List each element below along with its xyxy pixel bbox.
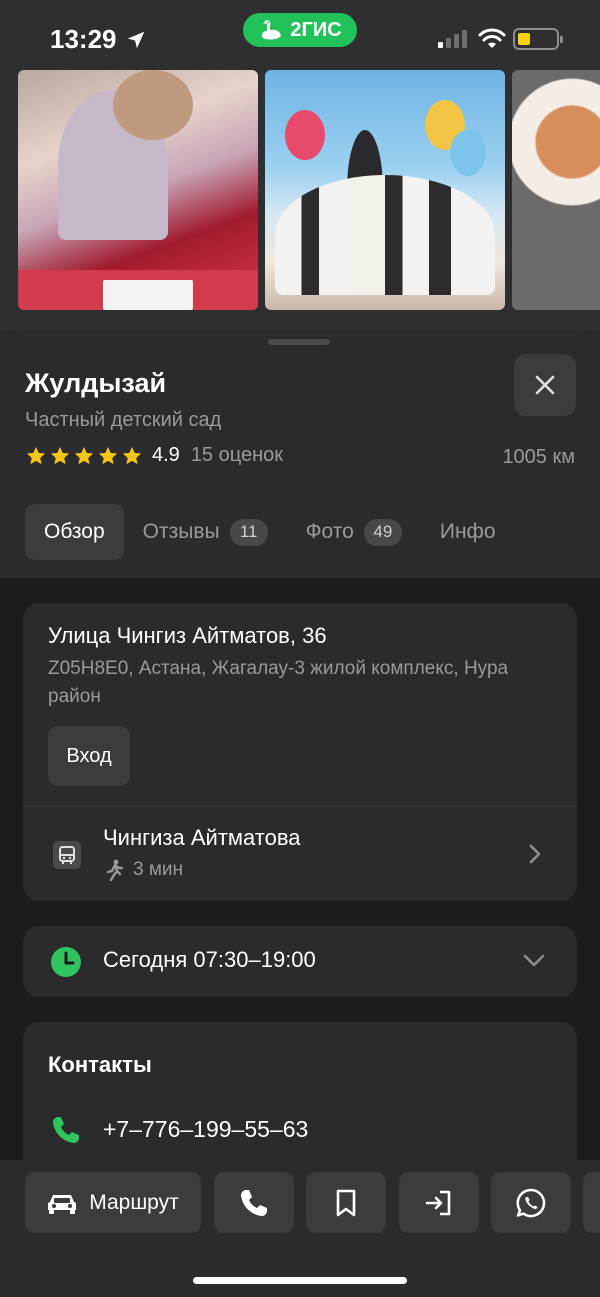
route-label: Маршрут bbox=[89, 1190, 179, 1214]
close-button[interactable] bbox=[514, 354, 576, 416]
star-icon bbox=[98, 446, 118, 464]
transit-stop-name[interactable]: Чингиза Айтматова bbox=[103, 825, 301, 851]
tab-reviews[interactable]: Отзывы 11 bbox=[124, 504, 287, 560]
chevron-right-icon[interactable] bbox=[526, 843, 544, 865]
address-main[interactable]: Улица Чингиз Айтматов, 36 bbox=[48, 623, 327, 649]
bookmark-button[interactable] bbox=[306, 1172, 386, 1233]
tab-info[interactable]: Инфо bbox=[421, 504, 515, 560]
place-category: Частный детский сад bbox=[25, 409, 222, 431]
rating-stars bbox=[25, 445, 143, 467]
hours-card[interactable]: Сегодня 07:30–19:00 bbox=[23, 926, 577, 997]
wifi-icon bbox=[478, 28, 506, 48]
contacts-card: Контакты +7‒776‒199‒55‒63 bbox=[23, 1022, 577, 1160]
photo-food-plates[interactable] bbox=[512, 70, 600, 310]
tab-label: Инфо bbox=[439, 520, 496, 543]
battery-icon bbox=[513, 28, 563, 50]
action-bar: Маршрут bbox=[0, 1160, 600, 1297]
walking-icon bbox=[106, 859, 124, 881]
tab-label: Обзор bbox=[44, 520, 105, 543]
clock-icon bbox=[51, 947, 81, 977]
star-icon bbox=[50, 446, 70, 464]
place-sheet: Жулдызай Частный детский сад 4.9 15 оцен… bbox=[0, 330, 600, 1160]
star-icon bbox=[74, 446, 94, 464]
place-header: Жулдызай Частный детский сад 4.9 15 оцен… bbox=[0, 330, 600, 578]
login-icon bbox=[425, 1190, 451, 1215]
phone-icon bbox=[241, 1189, 267, 1216]
home-indicator bbox=[193, 1277, 407, 1284]
address-card: Улица Чингиз Айтматов, 36 Z05H8E0, Астан… bbox=[23, 603, 577, 901]
app-back-badge[interactable]: 2ГИС bbox=[243, 13, 357, 47]
walk-time: 3 мин bbox=[133, 859, 184, 880]
photo-graduation-party[interactable] bbox=[265, 70, 505, 310]
tab-photos[interactable]: Фото 49 bbox=[287, 504, 421, 560]
place-title: Жулдызай bbox=[25, 368, 167, 398]
app-badge-label: 2ГИС bbox=[290, 18, 342, 41]
star-icon bbox=[26, 446, 46, 464]
tab-label: Фото bbox=[305, 520, 354, 543]
goose-logo-icon bbox=[262, 20, 282, 40]
tab-label: Отзывы bbox=[142, 520, 220, 543]
photos-count-badge: 49 bbox=[363, 518, 402, 546]
status-time: 13:29 bbox=[50, 24, 147, 55]
entrance-button[interactable]: Вход bbox=[48, 726, 130, 786]
address-details: Z05H8E0, Астана, Жагалау-3 жилой комплек… bbox=[48, 658, 509, 707]
signal-icon bbox=[438, 30, 467, 48]
call-button[interactable] bbox=[214, 1172, 294, 1233]
rating-row[interactable]: 4.9 15 оценок bbox=[25, 444, 283, 467]
rating-count: 15 оценок bbox=[190, 444, 284, 466]
tab-overview[interactable]: Обзор bbox=[25, 504, 124, 560]
distance-label: 1005 км bbox=[502, 446, 575, 468]
rating-value: 4.9 bbox=[152, 444, 180, 466]
status-bar: 13:29 2ГИС bbox=[0, 0, 600, 70]
clock-time: 13:29 bbox=[50, 24, 117, 54]
star-icon bbox=[122, 446, 142, 464]
bus-glyph-icon bbox=[59, 846, 75, 864]
phone-number[interactable]: +7‒776‒199‒55‒63 bbox=[103, 1116, 308, 1143]
route-button[interactable]: Маршрут bbox=[25, 1172, 201, 1233]
tab-bar: Обзор Отзывы 11 Фото 49 Инфо bbox=[25, 504, 515, 560]
whatsapp-icon bbox=[516, 1188, 546, 1217]
car-icon bbox=[48, 1194, 77, 1214]
entrance-label: Вход bbox=[66, 744, 112, 767]
hours-text: Сегодня 07:30–19:00 bbox=[103, 947, 316, 972]
photo-strip[interactable] bbox=[0, 70, 600, 330]
close-icon bbox=[535, 375, 555, 395]
phone-icon bbox=[53, 1117, 79, 1143]
divider bbox=[23, 806, 577, 807]
contacts-title: Контакты bbox=[48, 1052, 152, 1077]
walk-time-row: 3 мин bbox=[105, 859, 183, 881]
more-actions-button[interactable] bbox=[583, 1172, 600, 1233]
location-arrow-icon bbox=[127, 31, 144, 48]
reviews-count-badge: 11 bbox=[229, 518, 268, 546]
drag-handle[interactable] bbox=[268, 339, 330, 345]
whatsapp-button[interactable] bbox=[491, 1172, 571, 1233]
chevron-down-icon[interactable] bbox=[522, 953, 546, 969]
photo-children-crafts[interactable] bbox=[18, 70, 258, 310]
entrance-nav-button[interactable] bbox=[399, 1172, 479, 1233]
bookmark-icon bbox=[336, 1189, 356, 1216]
bus-icon bbox=[53, 841, 81, 869]
